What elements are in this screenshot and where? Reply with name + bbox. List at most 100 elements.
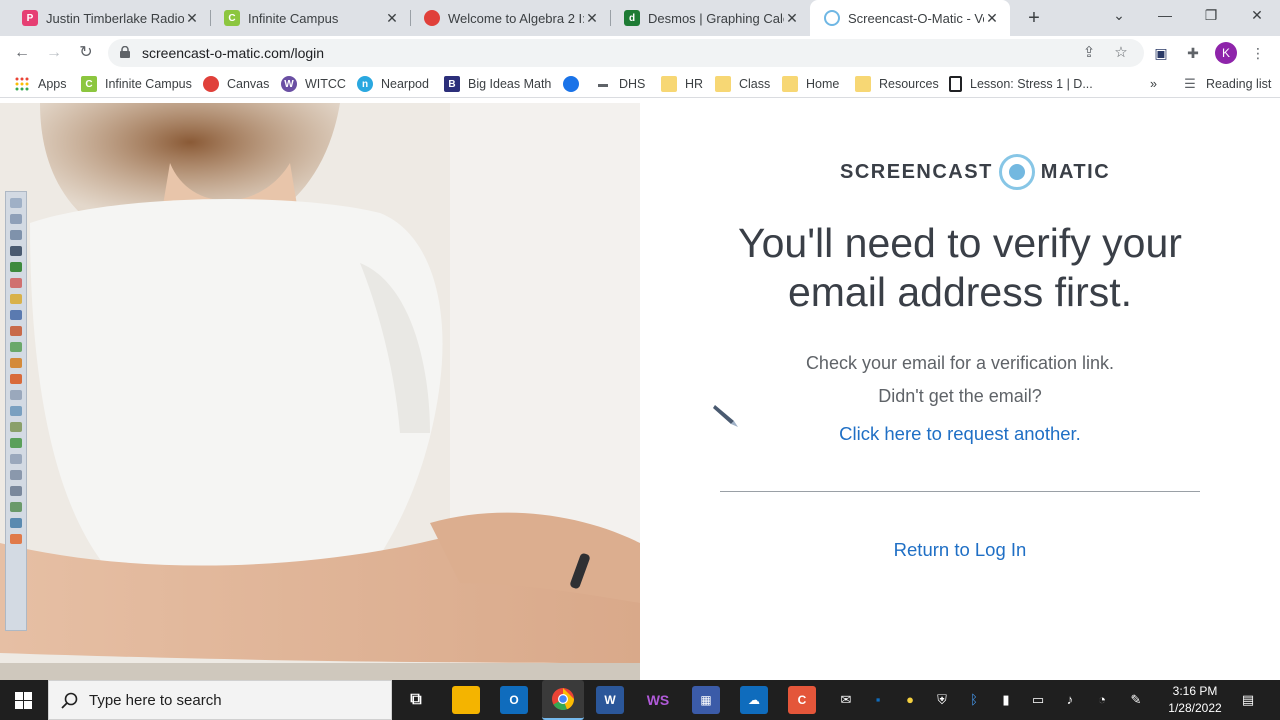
norton-icon[interactable]: ● (902, 692, 918, 708)
folder-icon (782, 76, 798, 92)
screencast-o-matic-logo[interactable]: SCREENCAST MATIC (840, 153, 1110, 191)
bookmark-star-icon[interactable]: ☆ (1112, 44, 1130, 62)
logo-circle-icon (998, 154, 1035, 190)
task-view-icon[interactable]: ⧉ (402, 686, 430, 714)
screencast-app-icon[interactable]: C (788, 686, 816, 714)
close-tab-icon[interactable]: ✕ (984, 10, 1000, 27)
chrome-icon (552, 688, 575, 711)
bluetooth-icon[interactable]: ᛒ (966, 692, 982, 708)
windows-start-icon[interactable] (15, 692, 32, 709)
bookmark-dhs[interactable]: ▬ DHS (595, 75, 645, 93)
check-email-text: Check your email for a verification link… (805, 353, 1115, 373)
close-tab-icon[interactable]: ✕ (184, 10, 200, 27)
taskbar-clock[interactable]: 3:16 PM 1/28/2022 (1160, 683, 1230, 717)
infinite-campus-icon: C (81, 76, 97, 92)
pen-cursor-icon (713, 405, 738, 427)
tab-justin-timberlake[interactable]: P Justin Timberlake Radio - ✕ (8, 0, 210, 36)
minimize-icon[interactable]: — (1142, 0, 1188, 32)
close-tab-icon[interactable]: ✕ (784, 10, 800, 27)
url-text[interactable]: screencast-o-matic.com/login (142, 45, 324, 61)
tab-search-icon[interactable]: ⌄ (1096, 0, 1142, 32)
back-icon[interactable]: ← (10, 41, 34, 65)
profile-avatar[interactable]: K (1215, 42, 1237, 64)
bookmark-folder-class[interactable]: Class (715, 75, 770, 93)
bookmark-witcc[interactable]: W WITCC (281, 75, 346, 93)
return-to-login-link[interactable]: Return to Log In (680, 539, 1240, 561)
reading-list-icon: ☰ (1184, 76, 1196, 91)
outlook-icon[interactable]: O (500, 686, 528, 714)
bookmark-folder-hr[interactable]: HR (661, 75, 703, 93)
request-another-link[interactable]: Click here to request another. (680, 423, 1240, 445)
usb-icon[interactable]: ▮ (998, 692, 1014, 708)
tab-algebra[interactable]: Welcome to Algebra 2 I: / ✕ (410, 0, 610, 36)
extension-icon[interactable]: ▣ (1152, 44, 1170, 62)
outlook-tray-icon[interactable]: ▪ (870, 692, 886, 708)
tab-strip: P Justin Timberlake Radio - ✕ C Infinite… (0, 0, 1280, 36)
reading-list-button[interactable]: ☰ Reading list (1182, 75, 1271, 93)
globe-icon (563, 76, 579, 92)
page-icon (949, 76, 962, 92)
apps-grid-icon (14, 76, 30, 92)
bookmark-nearpod[interactable]: n Nearpod (357, 75, 429, 93)
menu-dots-icon[interactable]: ⋮ (1249, 44, 1267, 62)
bookmarks-overflow[interactable]: » (1150, 75, 1157, 93)
canvas-icon (203, 76, 219, 92)
volume-icon[interactable]: ♪ (1062, 692, 1078, 708)
bookmark-lesson[interactable]: Lesson: Stress 1 | D... (949, 75, 1093, 93)
didnt-get-email-text: Didn't get the email? (878, 386, 1042, 406)
folder-icon (715, 76, 731, 92)
tab-infinite-campus[interactable]: C Infinite Campus ✕ (210, 0, 410, 36)
share-icon[interactable]: ⇪ (1080, 44, 1098, 62)
divider (720, 491, 1200, 492)
file-explorer-icon[interactable] (452, 686, 480, 714)
extensions-puzzle-icon[interactable]: ✚ (1184, 44, 1202, 62)
security-shield-icon[interactable]: ⛨ (934, 692, 950, 708)
new-tab-button[interactable]: + (1022, 6, 1046, 30)
forward-icon[interactable]: → (42, 41, 66, 65)
ws-app-icon[interactable]: WS (644, 686, 672, 714)
desmos-icon: d (624, 10, 640, 26)
folder-icon (661, 76, 677, 92)
nearpod-icon: n (357, 76, 373, 92)
tab-screencast[interactable]: Screencast-O-Matic - Ver ✕ (810, 0, 1010, 36)
close-window-icon[interactable]: ✕ (1234, 0, 1280, 32)
battery-icon[interactable]: ▭ (1030, 692, 1046, 708)
screencast-icon (824, 10, 840, 26)
word-icon[interactable]: W (596, 686, 624, 714)
bookmark-folder-resources[interactable]: Resources (855, 75, 939, 93)
bookmark-infinite-campus[interactable]: C Infinite Campus (81, 75, 192, 93)
bookmark-big-ideas-math[interactable]: B Big Ideas Math (444, 75, 551, 93)
folder-icon (855, 76, 871, 92)
address-bar[interactable]: screencast-o-matic.com/login ⇪ ☆ (108, 39, 1144, 67)
infinite-campus-icon: C (224, 10, 240, 26)
close-tab-icon[interactable]: ✕ (384, 10, 400, 27)
toolbar: ← → ↻ screencast-o-matic.com/login ⇪ ☆ ▣… (0, 36, 1280, 70)
tab-desmos[interactable]: d Desmos | Graphing Calcul ✕ (610, 0, 810, 36)
wifi-icon[interactable]: ◔ (1094, 692, 1110, 708)
reload-icon[interactable]: ↻ (74, 41, 98, 65)
bookmarks-bar: Apps C Infinite Campus Canvas W WITCC n … (0, 70, 1280, 98)
bookmark-canvas[interactable]: Canvas (203, 75, 269, 93)
bookmark-globe[interactable] (563, 75, 587, 93)
notifications-icon[interactable]: ▤ (1240, 692, 1256, 708)
hero-photo (0, 103, 640, 680)
bookmark-folder-home[interactable]: Home (782, 75, 839, 93)
close-tab-icon[interactable]: ✕ (584, 10, 600, 27)
windows-taskbar: Type here to search ⧉ O W WS ▦ ☁ C ✉ ▪ ●… (0, 680, 1280, 720)
bookmark-apps[interactable]: Apps (14, 75, 67, 93)
chrome-taskbar-button[interactable] (542, 680, 584, 720)
pandora-icon: P (22, 10, 38, 26)
pen-icon[interactable]: ✎ (1128, 692, 1144, 708)
big-ideas-icon: B (444, 76, 460, 92)
taskbar-search-box[interactable]: Type here to search (48, 680, 392, 720)
verify-email-panel: SCREENCAST MATIC You'll need to verify y… (640, 103, 1280, 680)
mail-icon[interactable]: ✉ (838, 692, 854, 708)
news-app-icon[interactable]: ▦ (692, 686, 720, 714)
witcc-icon: W (281, 76, 297, 92)
lock-icon[interactable] (120, 46, 130, 58)
restore-icon[interactable]: ❐ (1188, 0, 1234, 32)
annotation-toolbar[interactable] (5, 191, 27, 631)
canvas-icon (424, 10, 440, 26)
onedrive-icon[interactable]: ☁ (740, 686, 768, 714)
search-icon (61, 692, 78, 709)
